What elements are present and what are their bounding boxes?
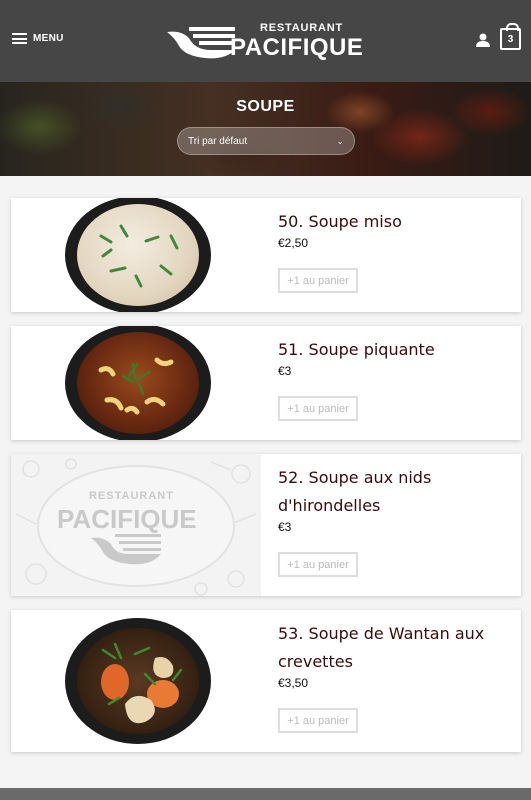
user-icon[interactable] — [476, 33, 490, 47]
menu-label: MENU — [33, 33, 64, 44]
cart-button[interactable]: 3 — [500, 23, 521, 50]
cart-count: 3 — [507, 33, 514, 45]
add-to-cart-button[interactable]: +1 au panier — [278, 268, 358, 293]
sort-dropdown[interactable]: Tri par défaut ⌄ — [177, 127, 355, 155]
sort-value: Tri par défaut — [188, 135, 248, 147]
hamburger-icon — [12, 33, 27, 44]
product-card[interactable]: 51. Soupe piquante €3 +1 au panier — [11, 326, 521, 440]
footer-bar — [0, 788, 531, 800]
logo-title: PACIFIQUE — [230, 34, 364, 61]
product-price: €2,50 — [278, 236, 309, 250]
page-title: SOUPE — [236, 98, 295, 115]
product-card[interactable]: RESTAURANT PACIFIQUE 52. Soupe aux nids … — [11, 454, 521, 596]
product-card[interactable]: 50. Soupe miso €2,50 +1 au panier — [11, 198, 521, 312]
product-card[interactable]: 53. Soupe de Wantan aux crevettes €3,50 … — [11, 610, 521, 752]
product-name[interactable]: 53. Soupe de Wantan aux crevettes — [278, 620, 513, 676]
placeholder-logo-title: PACIFIQUE — [57, 504, 197, 534]
bowl-logo-icon — [167, 27, 235, 59]
logo-subtitle: RESTAURANT — [260, 22, 343, 34]
add-to-cart-button[interactable]: +1 au panier — [278, 708, 358, 733]
product-image[interactable] — [11, 198, 261, 312]
add-to-cart-button[interactable]: +1 au panier — [278, 552, 358, 577]
product-image-placeholder[interactable]: RESTAURANT PACIFIQUE — [11, 454, 261, 596]
site-logo[interactable]: RESTAURANT PACIFIQUE — [165, 18, 370, 64]
product-price: €3,50 — [278, 676, 309, 690]
product-name[interactable]: 50. Soupe miso — [278, 208, 513, 236]
product-image[interactable] — [11, 610, 261, 752]
menu-button[interactable]: MENU — [12, 33, 64, 44]
placeholder-logo-subtitle: RESTAURANT — [89, 490, 174, 502]
site-header: MENU RESTAURANT PACIFIQUE 3 — [0, 0, 531, 82]
category-banner: SOUPE Tri par défaut ⌄ — [0, 82, 531, 176]
product-name[interactable]: 51. Soupe piquante — [278, 336, 513, 364]
add-to-cart-button[interactable]: +1 au panier — [278, 396, 358, 421]
product-price: €3 — [278, 364, 292, 378]
chevron-down-icon: ⌄ — [336, 136, 344, 146]
product-name[interactable]: 52. Soupe aux nids d'hirondelles — [278, 464, 513, 520]
product-price: €3 — [278, 520, 292, 534]
product-image[interactable] — [11, 326, 261, 440]
